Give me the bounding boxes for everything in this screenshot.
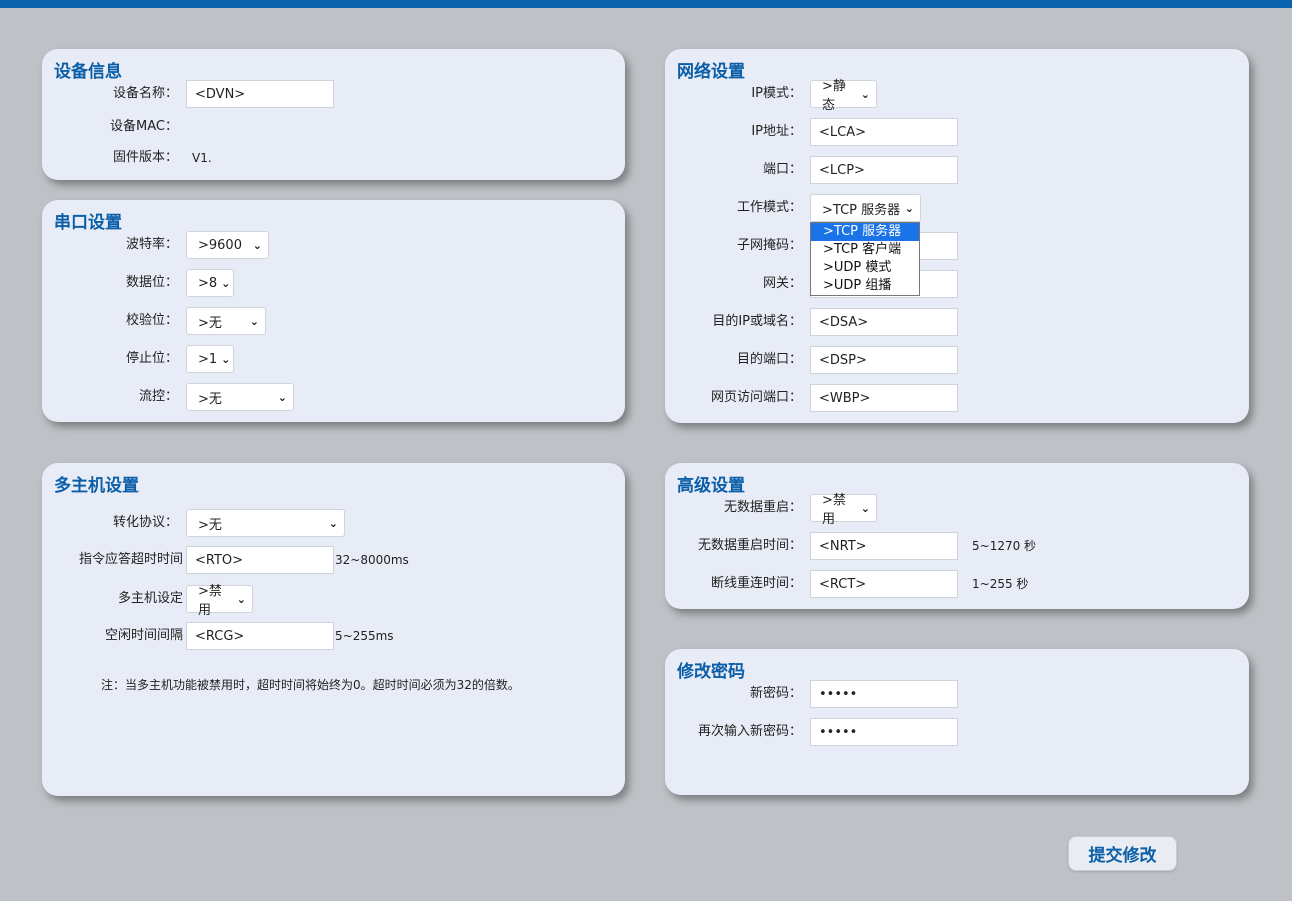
nodata-time-input[interactable] [810,532,958,560]
device-name-input[interactable] [186,80,334,108]
chevron-down-icon: ⌄ [904,201,914,215]
ip-label: IP地址： [751,124,802,139]
chevron-down-icon: ⌄ [221,352,231,366]
idle-range: 5~255ms [335,629,394,643]
ipmode-value: >静态 [822,79,846,113]
baud-select[interactable]: >9600 ⌄ [186,231,269,259]
databits-label: 数据位： [125,275,178,290]
new-password-input[interactable] [810,680,958,708]
chevron-down-icon: ⌄ [277,390,287,404]
protocol-select[interactable]: >无 ⌄ [186,509,345,537]
reconnect-range: 1~255 秒 [972,577,1029,591]
nodata-reboot-label: 无数据重启： [723,500,802,515]
workmode-value: >TCP 服务器 [822,202,901,218]
stopbits-label: 停止位： [125,351,178,366]
timeout-input[interactable] [186,546,334,574]
nodata-time-label: 无数据重启时间： [697,538,802,553]
chevron-down-icon: ⌄ [860,501,870,515]
port-input[interactable] [810,156,958,184]
databits-value: >8 [198,275,218,291]
stopbits-value: >1 [198,351,218,367]
port-label: 端口： [762,162,802,177]
web-port-input[interactable] [810,384,958,412]
flow-label: 流控： [138,389,178,404]
nodata-time-range: 5~1270 秒 [972,539,1037,553]
serial-panel: 串口设置 波特率： >9600 ⌄ 数据位： >8 ⌄ 校验位： >无 ⌄ 停止位： … [42,200,625,422]
new-password-label: 新密码： [749,686,802,701]
device-name-label: 设备名称： [112,86,178,101]
dest-port-input[interactable] [810,346,958,374]
workmode-option-tcp-server[interactable]: >TCP 服务器 [811,223,919,241]
device-info-panel: 设备信息 设备名称： 设备MAC： 固件版本： V1. [42,49,625,180]
reconnect-label: 断线重连时间： [710,576,802,591]
advanced-title: 高级设置 [677,476,745,496]
web-port-label: 网页访问端口： [710,390,802,405]
baud-value: >9600 [198,237,242,253]
multihost-mode-value: >禁用 [198,584,222,618]
stopbits-select[interactable]: >1 ⌄ [186,345,234,373]
reconnect-input[interactable] [810,570,958,598]
network-title: 网络设置 [677,62,745,82]
workmode-option-tcp-client[interactable]: >TCP 客户端 [811,241,919,259]
serial-title: 串口设置 [54,213,122,233]
chevron-down-icon: ⌄ [860,87,870,101]
chevron-down-icon: ⌄ [249,314,259,328]
top-bar [0,0,1292,8]
idle-label: 空闲时间间隔 [104,628,183,643]
password-panel: 修改密码 新密码： 再次输入新密码： [665,649,1249,795]
password-title: 修改密码 [677,662,745,682]
nodata-reboot-value: >禁用 [822,493,846,527]
timeout-range: 32~8000ms [335,553,409,567]
ip-input[interactable] [810,118,958,146]
parity-select[interactable]: >无 ⌄ [186,307,266,335]
databits-select[interactable]: >8 ⌄ [186,269,234,297]
advanced-panel: 高级设置 无数据重启： >禁用 ⌄ 无数据重启时间： 5~1270 秒 断线重连时… [665,463,1249,609]
flow-select[interactable]: >无 ⌄ [186,383,294,411]
chevron-down-icon: ⌄ [221,276,231,290]
protocol-label: 转化协议： [112,515,178,530]
dest-ip-input[interactable] [810,308,958,336]
network-panel: 网络设置 IP模式： >静态 ⌄ IP地址： 端口： 工作模式： >TCP 服务器… [665,49,1249,423]
gateway-label: 网关： [762,276,802,291]
chevron-down-icon: ⌄ [328,516,338,530]
confirm-password-input[interactable] [810,718,958,746]
device-info-title: 设备信息 [54,62,122,82]
nodata-reboot-select[interactable]: >禁用 ⌄ [810,493,877,527]
chevron-down-icon: ⌄ [252,238,262,252]
protocol-value: >无 [198,517,222,533]
multihost-title: 多主机设置 [54,476,139,496]
workmode-dropdown-list: >TCP 服务器 >TCP 客户端 >UDP 模式 >UDP 组播 [810,222,920,296]
subnet-label: 子网掩码： [736,238,802,253]
parity-label: 校验位： [125,313,178,328]
workmode-select[interactable]: >TCP 服务器 ⌄ [810,194,921,222]
firmware-label: 固件版本： [112,150,178,165]
multihost-note: 注：当多主机功能被禁用时，超时时间将始终为0。超时时间必须为32的倍数。 [101,678,520,692]
workmode-option-udp-mode[interactable]: >UDP 模式 [811,259,919,277]
workmode-option-udp-multicast[interactable]: >UDP 组播 [811,277,919,295]
ipmode-label: IP模式： [751,86,802,101]
chevron-down-icon: ⌄ [236,592,246,606]
workmode-label: 工作模式： [736,200,802,215]
device-mac-label: 设备MAC： [110,119,178,134]
timeout-label: 指令应答超时时间 [78,552,183,567]
dest-ip-label: 目的IP或域名： [712,314,802,329]
confirm-password-label: 再次输入新密码： [697,724,802,739]
idle-input[interactable] [186,622,334,650]
flow-value: >无 [198,391,222,407]
multihost-mode-label: 多主机设定 [117,591,183,606]
multihost-panel: 多主机设置 转化协议： >无 ⌄ 指令应答超时时间 32~8000ms 多主机设定… [42,463,625,796]
dest-port-label: 目的端口： [736,352,802,367]
ipmode-select[interactable]: >静态 ⌄ [810,79,877,113]
firmware-value: V1. [192,151,212,165]
baud-label: 波特率： [125,237,178,252]
multihost-mode-select[interactable]: >禁用 ⌄ [186,584,253,618]
parity-value: >无 [198,315,222,331]
submit-button[interactable]: 提交修改 [1068,836,1177,871]
